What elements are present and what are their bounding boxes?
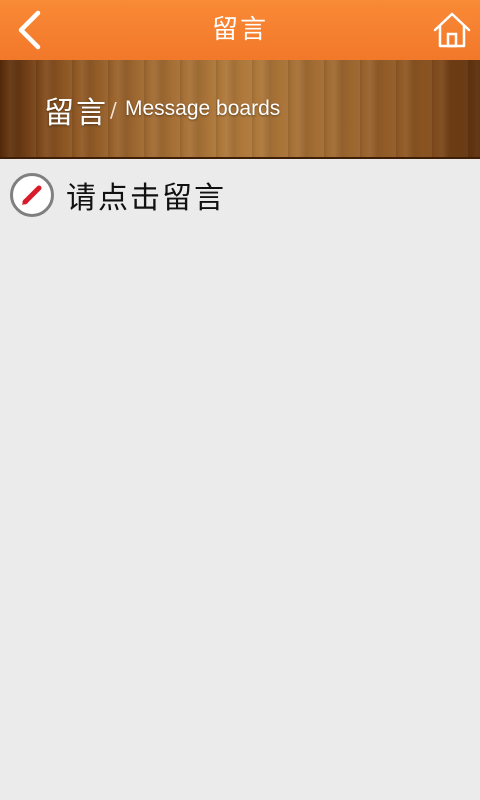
top-navigation-bar: 留言	[0, 0, 480, 60]
banner-separator: /	[110, 98, 117, 122]
home-button[interactable]	[432, 10, 472, 50]
pencil-icon	[10, 173, 54, 217]
banner-title: 留言	[44, 96, 108, 131]
page-title: 留言	[211, 15, 268, 45]
app-screen: 留言 留言 / Message boards 请点击留言	[0, 0, 480, 800]
banner-subtitle: Message boards	[125, 97, 281, 120]
section-banner: 留言 / Message boards	[0, 60, 480, 159]
leave-message-label: 请点击留言	[66, 181, 226, 216]
leave-message-button[interactable]: 请点击留言	[10, 170, 226, 220]
home-icon	[433, 12, 471, 48]
